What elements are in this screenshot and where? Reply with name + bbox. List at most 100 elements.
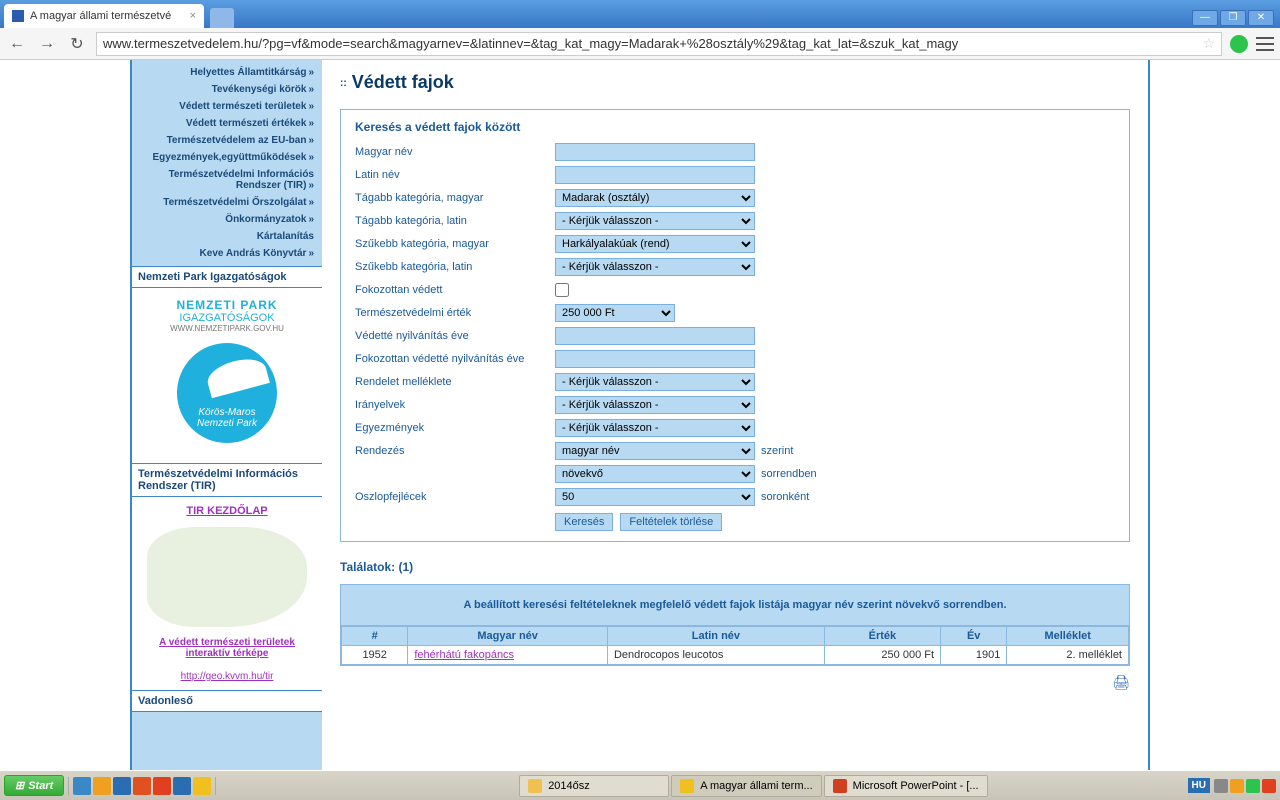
tab-close-icon[interactable]: ×	[190, 10, 196, 22]
input-magyar-nev[interactable]	[555, 143, 755, 161]
select-melleklet[interactable]: - Kérjük válasszon -	[555, 373, 755, 391]
sidebar-item[interactable]: Egyezmények,együttműködések»	[132, 149, 322, 166]
col-melleklet: Melléklet	[1007, 627, 1129, 646]
sidebar-item[interactable]: Önkormányzatok»	[132, 211, 322, 228]
sidebar-item[interactable]: Természetvédelem az EU-ban»	[132, 132, 322, 149]
np-section-header: Nemzeti Park Igazgatóságok	[132, 266, 322, 288]
extension-icon[interactable]	[1230, 35, 1248, 53]
reload-button[interactable]: ↻	[66, 33, 88, 55]
sidebar-item[interactable]: Helyettes Államtitkárság»	[132, 64, 322, 81]
search-form: Keresés a védett fajok között Magyar név…	[340, 109, 1130, 542]
suffix-sorrendben: sorrendben	[761, 468, 817, 480]
col-num: #	[342, 627, 408, 646]
ql-icon[interactable]	[153, 777, 171, 795]
label-fokozott: Fokozottan védett	[355, 284, 555, 296]
np-box: NEMZETI PARK IGAZGATÓSÁGOK WWW.NEMZETIPA…	[132, 288, 322, 463]
ql-firefox-icon[interactable]	[133, 777, 151, 795]
language-indicator[interactable]: HU	[1188, 778, 1210, 793]
sidebar-item[interactable]: Védett természeti értékek»	[132, 115, 322, 132]
col-latin: Latin név	[607, 627, 824, 646]
task-chrome[interactable]: A magyar állami term...	[671, 775, 821, 797]
sidebar-item[interactable]: Természetvédelmi Őrszolgálat»	[132, 194, 322, 211]
system-tray: HU	[1188, 778, 1276, 793]
menu-icon[interactable]	[1256, 37, 1274, 51]
select-szuk-magyar[interactable]: Harkályalakúak (rend)	[555, 235, 755, 253]
close-button[interactable]: ✕	[1248, 10, 1274, 26]
sidebar-menu: Helyettes Államtitkárság» Tevékenységi k…	[132, 60, 322, 266]
select-iranyelvek[interactable]: - Kérjük válasszon -	[555, 396, 755, 414]
select-sorrend[interactable]: növekvő	[555, 465, 755, 483]
sidebar-item[interactable]: Természetvédelmi Információs Rendszer (T…	[132, 166, 322, 194]
col-magyar: Magyar név	[408, 627, 608, 646]
label-szuk-latin: Szűkebb kategória, latin	[355, 261, 555, 273]
vadon-section-header: Vadonleső	[132, 690, 322, 712]
select-oszlop[interactable]: 50	[555, 488, 755, 506]
label-oszlop: Oszlopfejlécek	[355, 491, 555, 503]
np-title: NEMZETI PARK	[136, 298, 318, 312]
back-button[interactable]: ←	[6, 33, 28, 55]
main-content: :: Védett fajok Keresés a védett fajok k…	[322, 60, 1148, 770]
new-tab-button[interactable]	[210, 8, 234, 28]
url-text: www.termeszetvedelem.hu/?pg=vf&mode=sear…	[103, 36, 958, 51]
search-button[interactable]: Keresés	[555, 513, 613, 531]
label-fokozott-ev: Fokozottan védetté nyilvánítás éve	[355, 353, 555, 365]
quick-launch	[68, 777, 216, 795]
bookmark-star-icon[interactable]: ☆	[1202, 35, 1215, 52]
label-melleklet: Rendelet melléklete	[355, 376, 555, 388]
start-button[interactable]: ⊞Start	[4, 775, 64, 796]
label-latin-nev: Latin név	[355, 169, 555, 181]
select-ertek[interactable]: 250 000 Ft	[555, 304, 675, 322]
results-message: A beállított keresési feltételeknek megf…	[341, 585, 1129, 626]
tir-url-link[interactable]: http://geo.kvvm.hu/tir	[140, 671, 314, 682]
sidebar-item[interactable]: Védett természeti területek»	[132, 98, 322, 115]
species-link[interactable]: fehérhátú fakopáncs	[414, 649, 514, 661]
label-rendezes: Rendezés	[355, 445, 555, 457]
viewport: Helyettes Államtitkárság» Tevékenységi k…	[0, 60, 1280, 770]
sidebar: Helyettes Államtitkárság» Tevékenységi k…	[132, 60, 322, 770]
input-vedette-ev[interactable]	[555, 327, 755, 345]
ql-chrome-icon[interactable]	[193, 777, 211, 795]
col-ev: Év	[941, 627, 1007, 646]
sidebar-item[interactable]: Tevékenységi körök»	[132, 81, 322, 98]
tir-map-link[interactable]: A védett természeti területek interaktív…	[140, 637, 314, 659]
np-url: WWW.NEMZETIPARK.GOV.HU	[136, 324, 318, 333]
select-szuk-latin[interactable]: - Kérjük válasszon -	[555, 258, 755, 276]
sidebar-item[interactable]: Keve András Könyvtár»	[132, 245, 322, 262]
tray-icon[interactable]	[1262, 779, 1276, 793]
print-icon[interactable]: 🖨	[340, 674, 1130, 691]
form-title: Keresés a védett fajok között	[355, 120, 1115, 134]
tray-icon[interactable]	[1230, 779, 1244, 793]
input-latin-nev[interactable]	[555, 166, 755, 184]
cell-ertek: 250 000 Ft	[824, 646, 940, 665]
task-powerpoint[interactable]: Microsoft PowerPoint - [...	[824, 775, 988, 797]
suffix-szerint: szerint	[761, 445, 793, 457]
sidebar-item[interactable]: Kártalanítás	[132, 228, 322, 245]
label-vedette-ev: Védetté nyilvánítás éve	[355, 330, 555, 342]
select-egyezmenyek[interactable]: - Kérjük válasszon -	[555, 419, 755, 437]
input-fokozott-ev[interactable]	[555, 350, 755, 368]
task-folder[interactable]: 2014ősz	[519, 775, 669, 797]
table-row: 1952 fehérhátú fakopáncs Dendrocopos leu…	[342, 646, 1129, 665]
cell-num: 1952	[342, 646, 408, 665]
tir-home-link[interactable]: TIR KEZDŐLAP	[140, 505, 314, 517]
browser-tab[interactable]: A magyar állami természetvé ×	[4, 4, 204, 28]
clear-button[interactable]: Feltételek törlése	[620, 513, 722, 531]
label-magyar-nev: Magyar név	[355, 146, 555, 158]
select-rendezes[interactable]: magyar név	[555, 442, 755, 460]
maximize-button[interactable]: ❐	[1220, 10, 1246, 26]
address-bar[interactable]: www.termeszetvedelem.hu/?pg=vf&mode=sear…	[96, 32, 1222, 56]
select-tag-magyar[interactable]: Madarak (osztály)	[555, 189, 755, 207]
tray-icon[interactable]	[1246, 779, 1260, 793]
ql-ie-icon[interactable]	[173, 777, 191, 795]
results-table: # Magyar név Latin név Érték Év Mellékle…	[341, 626, 1129, 665]
forward-button[interactable]: →	[36, 33, 58, 55]
tray-icon[interactable]	[1214, 779, 1228, 793]
select-tag-latin[interactable]: - Kérjük válasszon -	[555, 212, 755, 230]
np-logo[interactable]: Körös-MarosNemzeti Park	[177, 343, 277, 443]
checkbox-fokozott[interactable]	[555, 283, 569, 297]
minimize-button[interactable]: —	[1192, 10, 1218, 26]
tir-map-image[interactable]	[147, 527, 307, 627]
ql-icon[interactable]	[93, 777, 111, 795]
ql-desktop-icon[interactable]	[73, 777, 91, 795]
ql-ie-icon[interactable]	[113, 777, 131, 795]
